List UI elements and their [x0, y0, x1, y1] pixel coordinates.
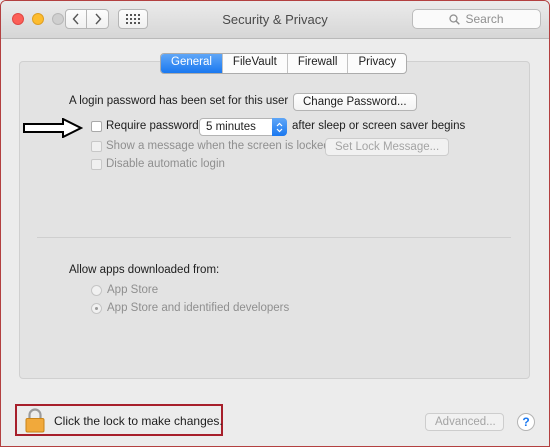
- help-button[interactable]: ?: [517, 413, 535, 431]
- lock-annotation-box: Click the lock to make changes.: [15, 404, 223, 436]
- search-placeholder: Search: [465, 12, 504, 26]
- login-password-text: A login password has been set for this u…: [69, 95, 289, 107]
- radio-identified-developers-label: App Store and identified developers: [107, 302, 290, 314]
- allow-apps-heading: Allow apps downloaded from:: [69, 264, 220, 276]
- change-password-button[interactable]: Change Password...: [293, 93, 417, 111]
- show-message-label: Show a message when the screen is locked: [106, 140, 330, 152]
- radio-app-store-label: App Store: [107, 284, 159, 296]
- password-delay-value: 5 minutes: [206, 121, 256, 133]
- tab-firewall[interactable]: Firewall: [286, 54, 348, 73]
- radio-identified-developers[interactable]: [91, 303, 102, 314]
- title-bar: Security & Privacy Search: [1, 1, 549, 39]
- after-sleep-text: after sleep or screen saver begins: [292, 120, 466, 132]
- require-password-checkbox[interactable]: [91, 121, 102, 132]
- tab-bar: General FileVault Firewall Privacy: [160, 53, 408, 74]
- preferences-window: Security & Privacy Search General FileVa…: [0, 0, 550, 447]
- search-field[interactable]: Search: [412, 9, 541, 29]
- tab-filevault[interactable]: FileVault: [221, 54, 287, 73]
- arrow-right-icon: [23, 118, 83, 138]
- advanced-button[interactable]: Advanced...: [425, 413, 504, 431]
- updown-arrows-icon: [272, 118, 287, 136]
- password-delay-popup[interactable]: 5 minutes: [199, 118, 287, 136]
- lock-instructions: Click the lock to make changes.: [54, 414, 223, 428]
- lock-icon[interactable]: [25, 408, 45, 433]
- tab-privacy[interactable]: Privacy: [347, 54, 406, 73]
- tab-general[interactable]: General: [161, 54, 222, 73]
- set-lock-message-button[interactable]: Set Lock Message...: [325, 138, 450, 156]
- section-divider: [37, 237, 511, 238]
- require-password-label: Require password: [106, 120, 199, 132]
- radio-app-store[interactable]: [91, 285, 102, 296]
- disable-auto-login-checkbox[interactable]: [91, 159, 102, 170]
- show-message-checkbox[interactable]: [91, 141, 102, 152]
- general-panel: [19, 61, 530, 379]
- search-icon: [449, 13, 461, 25]
- disable-auto-login-label: Disable automatic login: [106, 158, 225, 170]
